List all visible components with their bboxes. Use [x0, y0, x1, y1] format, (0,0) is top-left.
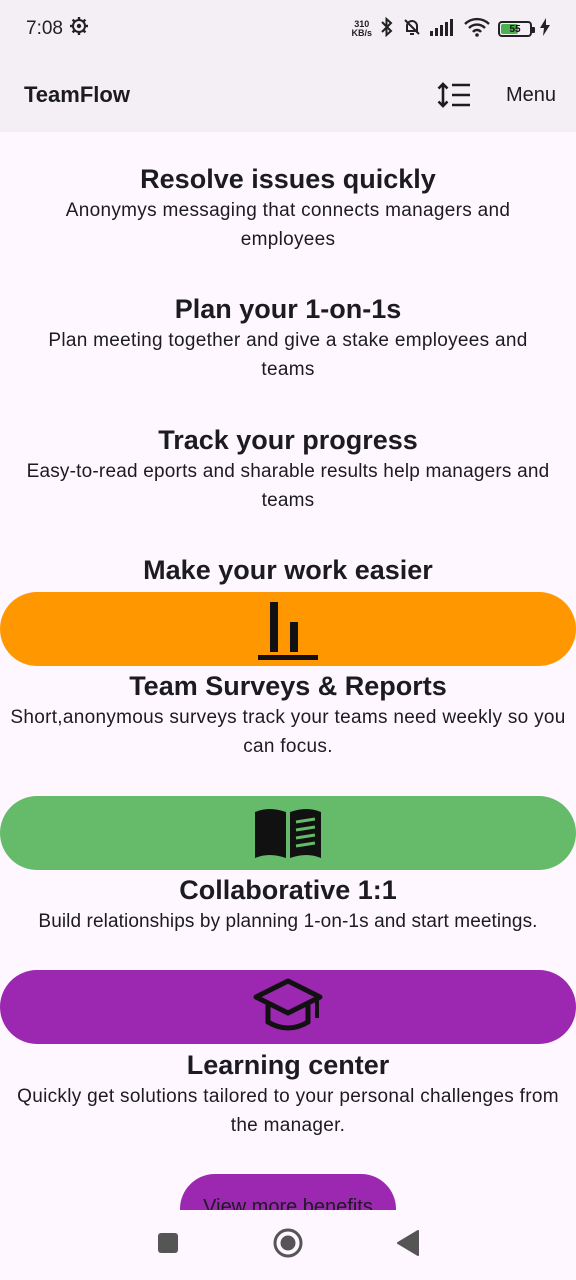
benefit-banner-collaboration: [0, 796, 576, 870]
navigation-bar: [0, 1210, 576, 1280]
intro-text: Anonymys messaging that connects manager…: [65, 200, 511, 250]
app-bar: TeamFlow Menu: [0, 58, 576, 132]
benefit-text: Build relationships by planning 1-on-1s …: [38, 911, 538, 932]
benefit-text: Quickly get solutions tailored to your p…: [17, 1086, 559, 1136]
square-icon: [158, 1232, 178, 1253]
main-content[interactable]: Resolve issues quickly Anonymys messagin…: [0, 132, 576, 1210]
intro-text: Plan meeting together and give a stake e…: [48, 330, 528, 380]
status-left: 7:08: [26, 16, 89, 42]
bluetooth-icon: [380, 16, 394, 42]
graduation-cap-icon: [253, 978, 323, 1031]
intro-section-2: Plan your 1-on-1s Plan meeting together …: [0, 292, 576, 384]
intro-section-3: Track your progress Easy-to-read eports …: [0, 423, 576, 515]
intro-heading: Resolve issues quickly: [140, 164, 436, 194]
intro-heading: Plan your 1-on-1s: [174, 294, 402, 324]
status-bar: 7:08 310 KB/s 55: [0, 0, 576, 58]
benefit-title: Collaborative 1:1: [179, 875, 397, 905]
intro-text: Easy-to-read eports and sharable results…: [26, 461, 550, 511]
benefit-banner-learning: [0, 970, 576, 1044]
net-speed: 310 KB/s: [351, 20, 372, 38]
benefit-banner-surveys: [0, 592, 576, 666]
gear-icon: [69, 16, 89, 42]
view-more-benefits-button[interactable]: View more benefits: [180, 1174, 396, 1210]
benefit-title: Learning center: [186, 1050, 390, 1080]
intro-section-1: Resolve issues quickly Anonymys messagin…: [0, 162, 576, 254]
benefit-title: Team Surveys & Reports: [129, 671, 447, 701]
app-actions: Menu: [434, 75, 564, 115]
book-icon: [255, 809, 321, 858]
line-spacing-icon: [437, 82, 470, 108]
circle-icon: [273, 1228, 303, 1257]
battery-icon: 55: [498, 21, 535, 37]
benefit-text: Short,anonymous surveys track your teams…: [10, 707, 566, 757]
bar-chart-icon: [258, 602, 318, 660]
benefit-3: Learning center Quickly get solutions ta…: [0, 1048, 576, 1140]
wifi-icon: [464, 17, 490, 42]
text-size-button[interactable]: [434, 75, 474, 115]
benefits-heading: Make your work easier: [143, 555, 433, 585]
signal-icon: [430, 18, 456, 41]
benefit-2: Collaborative 1:1 Build relationships by…: [0, 873, 576, 936]
intro-heading: Track your progress: [158, 425, 418, 455]
menu-button[interactable]: Menu: [498, 78, 564, 113]
home-button[interactable]: [272, 1227, 304, 1264]
status-time: 7:08: [26, 18, 63, 39]
net-speed-unit: KB/s: [351, 28, 372, 38]
benefit-1: Team Surveys & Reports Short,anonymous s…: [0, 669, 576, 761]
bell-off-icon: [402, 17, 422, 42]
recents-button[interactable]: [156, 1231, 180, 1260]
status-right: 310 KB/s 55: [351, 16, 550, 42]
back-button[interactable]: [396, 1229, 420, 1261]
charging-icon: [540, 17, 550, 41]
app-title: TeamFlow: [24, 82, 130, 107]
triangle-back-icon: [397, 1229, 419, 1256]
battery-level: 55: [509, 23, 521, 35]
